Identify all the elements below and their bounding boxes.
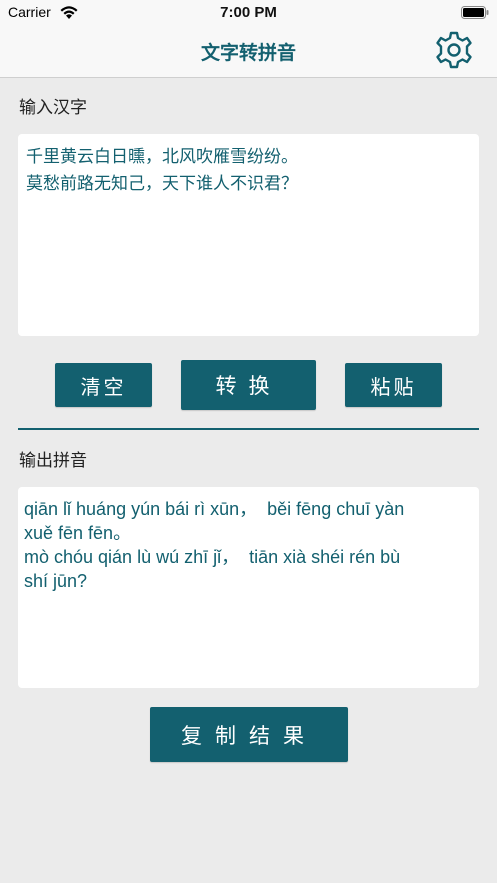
clear-button[interactable]: 清空	[55, 363, 152, 407]
convert-button[interactable]: 转换	[181, 360, 316, 410]
input-line: 千里黄云白日曛，北风吹雁雪纷纷。	[26, 147, 298, 167]
gear-icon[interactable]	[435, 31, 473, 69]
chinese-text-input[interactable]: 千里黄云白日曛，北风吹雁雪纷纷。 莫愁前路无知己，天下谁人不识君？	[18, 134, 479, 336]
output-line: shí jūn?	[24, 571, 88, 591]
pinyin-output-box[interactable]: qiān lǐ huáng yún bái rì xūn， běi fēng c…	[18, 487, 479, 688]
status-time: 7:00 PM	[220, 4, 277, 21]
input-line: 莫愁前路无知己，天下谁人不识君？	[26, 174, 298, 194]
paste-button[interactable]: 粘贴	[345, 363, 442, 407]
output-section-label: 输出拼音	[19, 451, 87, 471]
copy-result-button[interactable]: 复制结果	[150, 707, 348, 762]
navigation-bar: 文字转拼音	[0, 26, 497, 78]
input-section-label: 输入汉字	[19, 98, 87, 118]
battery-icon	[461, 6, 489, 19]
section-divider	[18, 428, 479, 430]
output-line: xuě fēn fēn。	[24, 523, 132, 543]
output-line: mò chóu qián lù wú zhī jǐ， tiān xià shéi…	[24, 547, 401, 567]
output-line: qiān lǐ huáng yún bái rì xūn， běi fēng c…	[24, 499, 405, 519]
status-bar: Carrier 7:00 PM	[0, 0, 497, 26]
page-title: 文字转拼音	[200, 42, 296, 64]
